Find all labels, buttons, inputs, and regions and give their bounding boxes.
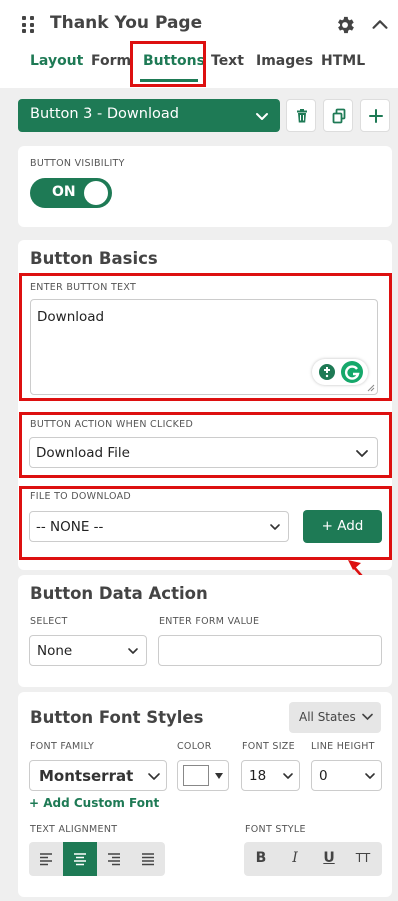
button-action-label: BUTTON ACTION WHEN CLICKED (30, 419, 194, 430)
align-right-icon (108, 853, 120, 866)
underline-button[interactable]: U (312, 850, 346, 866)
form-value-label: ENTER FORM VALUE (159, 616, 260, 627)
copy-icon (332, 108, 346, 124)
chevron-down-icon (356, 450, 368, 457)
font-style-group: B I U TT (244, 842, 382, 876)
chevron-down-icon (283, 773, 293, 779)
visibility-label: BUTTON VISIBILITY (30, 158, 125, 169)
tab-text[interactable]: Text (211, 53, 244, 69)
tab-layout[interactable]: Layout (30, 53, 83, 69)
color-label: COLOR (177, 741, 212, 752)
button-selector-dropdown[interactable]: Button 3 - Download (18, 99, 280, 132)
tab-html[interactable]: HTML (321, 53, 365, 69)
form-value-input[interactable] (158, 635, 382, 666)
add-button-button[interactable] (360, 99, 390, 132)
button-data-action-title: Button Data Action (30, 584, 208, 603)
all-states-dropdown[interactable]: All States (289, 702, 381, 733)
chevron-down-icon (148, 773, 160, 780)
button-action-value: Download File (36, 445, 130, 461)
resize-grip-icon[interactable] (367, 384, 375, 392)
select-label: SELECT (30, 616, 68, 627)
plus-icon (369, 109, 383, 123)
grammarly-icons (319, 361, 363, 383)
file-to-download-value: -- NONE -- (36, 519, 104, 535)
caret-down-icon (215, 773, 223, 779)
drag-handle-icon[interactable] (22, 16, 36, 34)
add-custom-font-link[interactable]: + Add Custom Font (29, 796, 159, 810)
chevron-down-icon (362, 713, 373, 721)
font-size-value: 18 (249, 768, 267, 784)
font-family-value: Montserrat (39, 767, 134, 785)
line-height-value: 0 (319, 768, 328, 784)
chevron-down-icon (365, 773, 375, 779)
chevron-down-icon (270, 524, 280, 530)
all-states-label: All States (299, 710, 356, 724)
tab-form[interactable]: Form (91, 53, 131, 69)
button-font-styles-title: Button Font Styles (30, 708, 204, 727)
collapse-chevron-up-icon[interactable] (369, 14, 391, 36)
toggle-on-label: ON (52, 184, 76, 200)
align-justify-icon (142, 853, 154, 866)
data-action-select[interactable]: None (29, 635, 147, 666)
gear-icon[interactable] (334, 14, 356, 36)
chevron-down-icon (256, 113, 268, 120)
add-file-button[interactable]: + Add (303, 510, 382, 543)
button-text-value: Download (37, 309, 105, 325)
color-swatch (183, 765, 209, 786)
text-alignment-group (29, 842, 165, 876)
visibility-toggle[interactable]: ON (30, 178, 112, 208)
font-family-select[interactable]: Montserrat (29, 760, 167, 791)
toggle-knob (84, 181, 108, 205)
align-center-icon (74, 853, 86, 866)
tab-images[interactable]: Images (256, 53, 313, 69)
line-height-label: LINE HEIGHT (311, 741, 375, 752)
duplicate-button[interactable] (323, 99, 353, 132)
line-height-select[interactable]: 0 (311, 760, 382, 791)
file-to-download-select[interactable]: -- NONE -- (29, 511, 289, 542)
font-size-label: FONT SIZE (242, 741, 295, 752)
button-text-label: ENTER BUTTON TEXT (30, 282, 137, 293)
chevron-down-icon (128, 648, 138, 654)
italic-button[interactable]: I (278, 850, 312, 866)
button-selector-value: Button 3 - Download (30, 106, 179, 122)
font-size-select[interactable]: 18 (241, 760, 300, 791)
highlight-box-buttons-tab (130, 41, 206, 87)
file-to-download-label: FILE TO DOWNLOAD (30, 491, 132, 502)
text-alignment-label: TEXT ALIGNMENT (30, 824, 118, 835)
button-action-select[interactable]: Download File (29, 437, 378, 468)
align-justify-button[interactable] (131, 842, 165, 876)
align-center-button[interactable] (63, 842, 97, 876)
bold-button[interactable]: B (244, 850, 278, 866)
grammarly-widget[interactable] (312, 359, 368, 385)
trash-icon (297, 109, 307, 123)
data-action-select-value: None (37, 643, 73, 659)
button-text-textarea[interactable]: Download (30, 299, 378, 395)
align-right-button[interactable] (97, 842, 131, 876)
align-left-icon (40, 853, 52, 866)
delete-button[interactable] (286, 99, 316, 132)
font-style-label: FONT STYLE (245, 824, 306, 835)
button-basics-title: Button Basics (30, 249, 158, 268)
align-left-button[interactable] (29, 842, 63, 876)
uppercase-button[interactable]: TT (346, 851, 380, 865)
panel-title: Thank You Page (50, 13, 203, 33)
color-picker[interactable] (177, 760, 229, 791)
font-family-label: FONT FAMILY (30, 741, 95, 752)
